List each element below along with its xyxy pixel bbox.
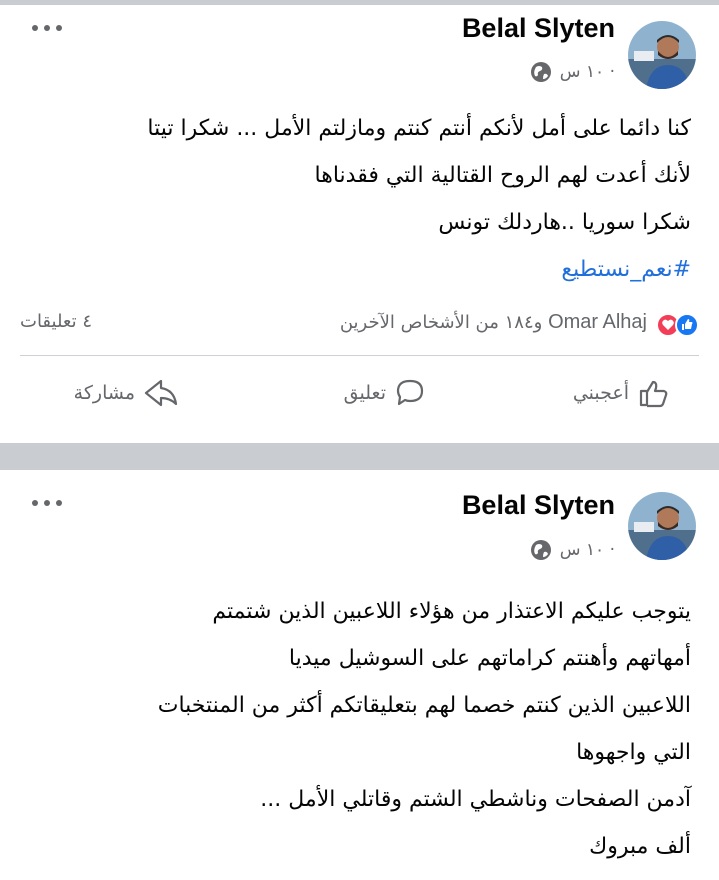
post-meta: ١٠ س · [530,61,615,83]
like-button[interactable]: أعجبني [573,377,671,409]
reaction-icons[interactable] [653,313,699,337]
reactions-summary: Omar Alhaj و١٨٤ من الأشخاص الآخرين ٤ تعل… [20,305,699,345]
post-text-line: التي واجهوها [576,740,691,765]
post-author-name[interactable]: Belal Slyten [462,490,615,521]
comment-button-label: تعليق [343,382,386,404]
reactions-names[interactable]: Omar Alhaj و١٨٤ من الأشخاص الآخرين [340,311,647,334]
post-text-line: اللاعبين الذين كنتم خصما لهم بتعليقاتكم … [157,693,691,718]
thumbs-up-icon [639,380,668,408]
post-meta: ١٠ س · [530,539,615,561]
share-icon [144,379,178,407]
globe-icon [530,62,551,82]
post-timestamp[interactable]: ١٠ س · [560,540,615,560]
feed-post-2: Belal Slyten ١٠ س · يتوجب عليكم الاعتذار… [0,470,719,880]
post-timestamp[interactable]: ١٠ س · [560,62,615,82]
post-text-line: آدمن الصفحات وناشطي الشتم وقاتلي الأمل .… [260,787,691,812]
post-text-line: كنا دائما على أمل لأنكم أنتم كنتم ومازلت… [147,116,691,141]
post-body: يتوجب عليكم الاعتذار من هؤلاء اللاعبين ا… [28,588,691,870]
reactions-others: و١٨٤ من الأشخاص الآخرين [339,312,543,333]
like-reaction-icon [675,313,699,337]
feed-post-1: Belal Slyten ١٠ س · كنا دائما على أمل لأ… [0,5,719,443]
comment-icon [396,379,424,406]
comment-button[interactable]: تعليق [344,377,426,409]
more-options-icon[interactable] [30,17,66,37]
share-button-label: مشاركة [73,382,135,404]
post-body: كنا دائما على أمل لأنكم أنتم كنتم ومازلت… [28,105,691,293]
post-text-line: شكرا سوريا ..هاردلك تونس [438,210,691,235]
post-author-name[interactable]: Belal Slyten [462,13,615,44]
post-text-line: ألف مبروك [589,834,691,859]
comments-count[interactable]: ٤ تعليقات [20,311,92,332]
more-options-icon[interactable] [30,492,66,512]
avatar[interactable] [628,21,696,89]
avatar[interactable] [628,492,696,560]
post-separator [0,443,719,470]
post-text-line: لأنك أعدت لهم الروح القتالية التي فقدناه… [314,163,691,188]
hashtag-link[interactable]: #نعم_نستطيع [561,257,691,282]
post-text-line: يتوجب عليكم الاعتذار من هؤلاء اللاعبين ا… [212,599,691,624]
reactor-name: Omar Alhaj [548,311,647,333]
post-text-line: أمهاتهم وأهنتم كراماتهم على السوشيل ميدي… [288,646,691,671]
share-button[interactable]: مشاركة [74,377,179,409]
post-actions: أعجبني تعليق مشاركة [0,365,719,425]
like-button-label: أعجبني [572,382,629,404]
globe-icon [530,540,551,560]
divider [20,355,699,356]
